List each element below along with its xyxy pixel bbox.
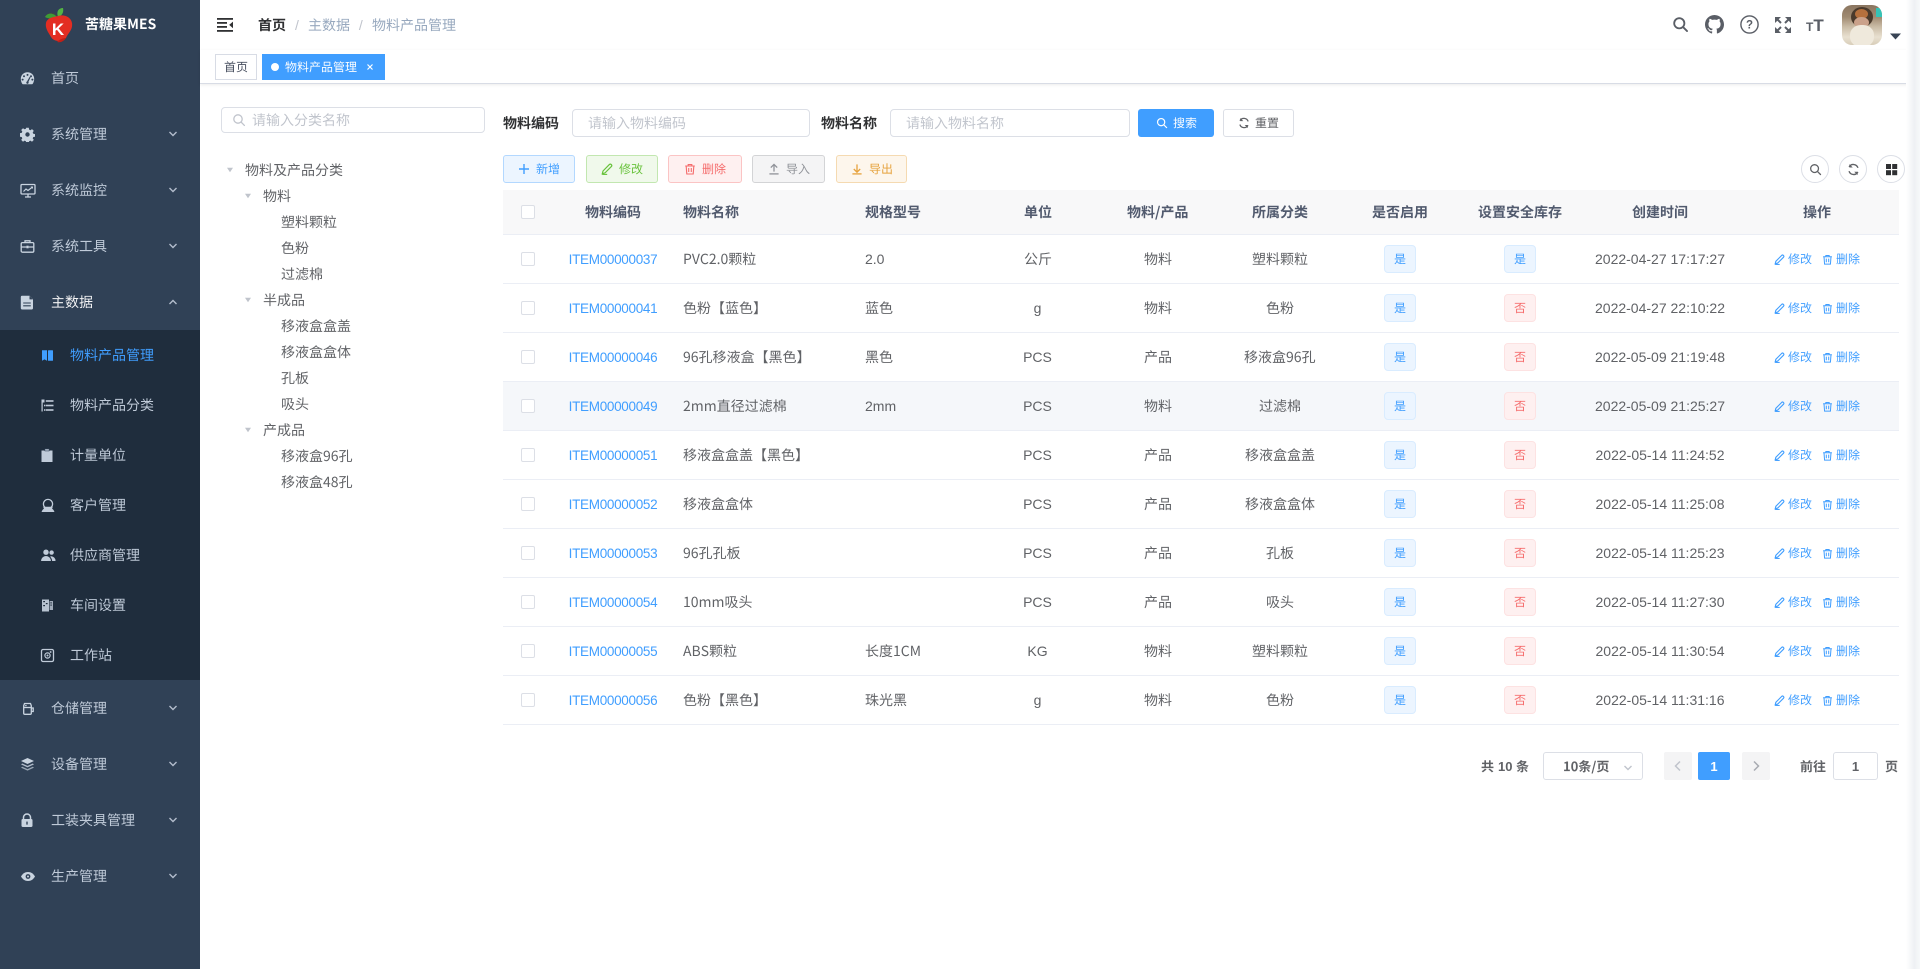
svg-text:K: K	[52, 20, 65, 39]
svg-text:?: ?	[1746, 20, 1753, 32]
